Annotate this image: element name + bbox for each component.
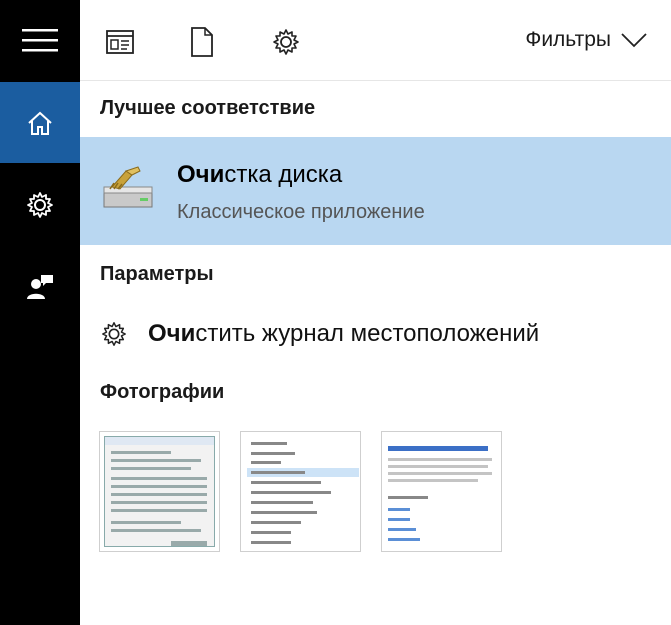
settings-result-label: Очистить журнал местоположений [148,320,540,347]
photo-thumbnail[interactable] [99,431,220,552]
settings-gear-icon [273,29,299,55]
search-results-panel: Фильтры Лучшее соответствие Очистка диск… [80,0,671,625]
hamburger-icon [22,29,58,52]
disk-cleanup-icon [103,166,153,208]
user-feedback-icon [27,275,53,299]
settings-filter-button[interactable] [268,24,304,60]
app-list-icon [106,30,134,54]
filters-dropdown[interactable]: Фильтры [525,28,647,52]
settings-heading: Параметры [100,263,214,285]
menu-button[interactable] [0,0,80,80]
best-match-title: Очистка диска [177,161,343,188]
chevron-down-icon [621,33,647,48]
sidebar [0,0,80,625]
gear-icon [27,192,53,218]
home-button[interactable] [0,82,80,163]
apps-filter-button[interactable] [102,24,138,60]
feedback-button[interactable] [0,247,80,327]
settings-result-item[interactable]: Очистить журнал местоположений [80,310,671,358]
settings-button[interactable] [0,165,80,245]
best-match-result[interactable]: Очистка диска Классическое приложение [80,137,671,245]
best-match-heading: Лучшее соответствие [100,97,316,119]
photo-thumbnail[interactable] [381,431,502,552]
toolbar: Фильтры [80,0,671,81]
document-icon [191,27,213,57]
home-icon [28,111,52,135]
settings-gear-icon [102,322,126,346]
documents-filter-button[interactable] [184,24,220,60]
filters-label: Фильтры [525,28,611,51]
photo-thumbnail[interactable] [240,431,361,552]
photos-heading: Фотографии [100,381,225,403]
best-match-subtitle: Классическое приложение [177,201,425,223]
